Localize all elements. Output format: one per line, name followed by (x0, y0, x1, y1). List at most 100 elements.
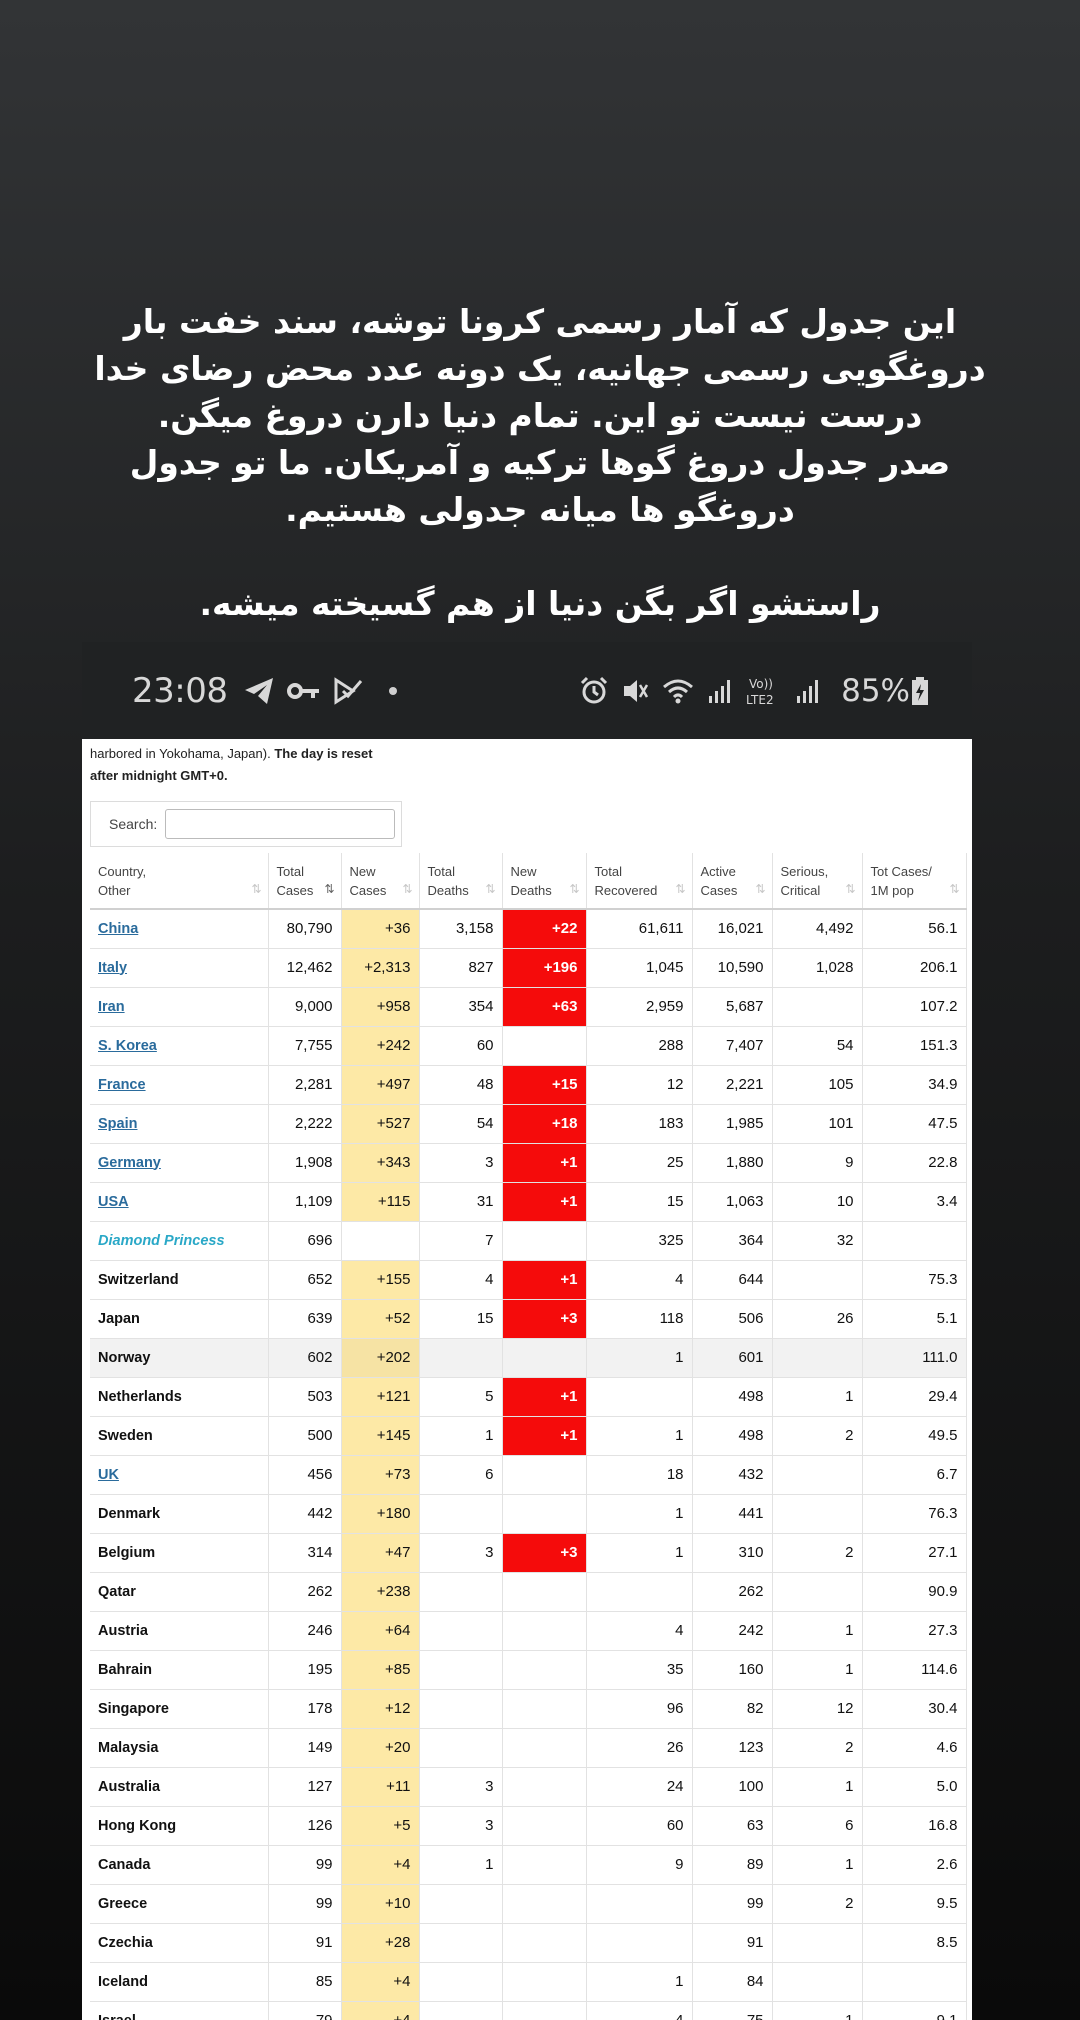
column-header-cases-per-million[interactable]: Tot Cases/1M pop ⇅ (862, 853, 967, 910)
column-header-serious-critical[interactable]: Serious, Critical ⇅ (772, 853, 863, 910)
column-header-total-cases[interactable]: Total Cases ⇅ (268, 853, 342, 910)
column-header-line-1: New (510, 863, 537, 879)
active-cases-cell: 123 (692, 1728, 773, 1768)
new-cases-cell: +47 (341, 1533, 420, 1573)
active-cases-cell: 16,021 (692, 909, 773, 949)
sort-arrows-icon[interactable]: ⇅ (485, 880, 495, 899)
recovered-cell: 118 (586, 1299, 693, 1339)
table-row: Diamond Princess 696 7 325 364 32 (90, 1221, 967, 1261)
country-link[interactable]: China (98, 921, 138, 937)
column-header-total-deaths[interactable]: Total Deaths ⇅ (419, 853, 503, 910)
country-name: Diamond Princess (98, 1232, 225, 1249)
column-header-new-deaths[interactable]: New Deaths ⇅ (502, 853, 587, 910)
recovered-cell (586, 1572, 693, 1612)
table-row: S. Korea 7,755 +242 60 288 7,407 54 151.3 (90, 1026, 967, 1066)
country-name: Belgium (98, 1544, 156, 1561)
table-row: Czechia 91 +28 91 8.5 (90, 1923, 967, 1963)
total-cases-cell: 456 (268, 1455, 342, 1495)
country-name: Bahrain (98, 1661, 152, 1678)
new-deaths-cell: +1 (502, 1377, 587, 1417)
column-header-line-2: Other (98, 882, 131, 898)
column-header-new-cases[interactable]: New Cases ⇅ (341, 853, 420, 910)
per-million-cell: 114.6 (862, 1650, 967, 1690)
total-cases-cell: 195 (268, 1650, 342, 1690)
column-header-country[interactable]: Country, Other ⇅ (90, 853, 269, 910)
active-cases-cell: 601 (692, 1338, 773, 1378)
country-link[interactable]: Spain (98, 1116, 137, 1132)
recovered-cell: 4 (586, 1611, 693, 1651)
total-deaths-cell: 3 (419, 1143, 503, 1183)
sort-arrows-icon[interactable]: ⇅ (324, 880, 334, 899)
table-row: Australia 127 +11 3 24 100 1 5.0 (90, 1767, 967, 1807)
sort-arrows-icon[interactable]: ⇅ (402, 880, 412, 899)
country-link[interactable]: UK (98, 1467, 119, 1483)
status-bar: 23:08 Vo)) LTE2 85% (82, 642, 972, 739)
country-link[interactable]: USA (98, 1194, 129, 1210)
new-cases-cell: +4 (341, 2001, 420, 2020)
column-header-line-2: Deaths (427, 882, 469, 898)
new-deaths-cell: +1 (502, 1260, 587, 1300)
total-cases-cell: 1,908 (268, 1143, 342, 1183)
total-cases-cell: 2,281 (268, 1065, 342, 1105)
serious-cell: 2 (772, 1884, 863, 1924)
country-name: Malaysia (98, 1739, 159, 1756)
recovered-cell: 325 (586, 1221, 693, 1261)
new-deaths-cell: +22 (502, 909, 587, 949)
new-deaths-cell (502, 1338, 587, 1378)
serious-cell: 12 (772, 1689, 863, 1729)
new-cases-cell: +343 (341, 1143, 420, 1183)
column-header-line-2: Deaths (510, 882, 552, 898)
total-cases-cell: 126 (268, 1806, 342, 1846)
active-cases-cell: 82 (692, 1689, 773, 1729)
country-link[interactable]: Iran (98, 999, 125, 1015)
total-cases-cell: 639 (268, 1299, 342, 1339)
country-link[interactable]: Italy (98, 960, 127, 976)
country-cell: Greece (90, 1884, 269, 1924)
caption-line-2: دروغگویی رسمی جهانیه، یک دونه عدد محض رض… (94, 349, 986, 388)
table-row: Malaysia 149 +20 26 123 2 4.6 (90, 1728, 967, 1768)
serious-cell: 10 (772, 1182, 863, 1222)
total-cases-cell: 500 (268, 1416, 342, 1456)
country-cell: UK (90, 1455, 269, 1495)
column-header-total-recovered[interactable]: Total Recovered ⇅ (586, 853, 693, 910)
sort-arrows-icon[interactable]: ⇅ (569, 880, 579, 899)
recovered-cell: 288 (586, 1026, 693, 1066)
sort-arrows-icon[interactable]: ⇅ (675, 880, 685, 899)
country-cell: Diamond Princess (90, 1221, 269, 1261)
country-link[interactable]: Germany (98, 1155, 161, 1171)
new-cases-cell: +180 (341, 1494, 420, 1534)
new-deaths-cell: +1 (502, 1143, 587, 1183)
country-link[interactable]: France (98, 1077, 146, 1093)
column-header-active-cases[interactable]: Active Cases ⇅ (692, 853, 773, 910)
serious-cell: 105 (772, 1065, 863, 1105)
serious-cell: 2 (772, 1533, 863, 1573)
active-cases-cell: 63 (692, 1806, 773, 1846)
recovered-cell: 4 (586, 2001, 693, 2020)
sort-arrows-icon[interactable]: ⇅ (949, 880, 959, 899)
new-cases-cell: +4 (341, 1962, 420, 2002)
new-deaths-cell: +3 (502, 1533, 587, 1573)
table-row: Singapore 178 +12 96 82 12 30.4 (90, 1689, 967, 1729)
search-input[interactable] (165, 809, 396, 839)
sort-arrows-icon[interactable]: ⇅ (845, 880, 855, 899)
recovered-cell: 1 (586, 1962, 693, 2002)
active-cases-cell: 89 (692, 1845, 773, 1885)
new-cases-cell: +20 (341, 1728, 420, 1768)
new-cases-cell: +958 (341, 987, 420, 1027)
total-deaths-cell (419, 1728, 503, 1768)
per-million-cell: 3.4 (862, 1182, 967, 1222)
total-cases-cell: 696 (268, 1221, 342, 1261)
caption-line-3: درست نیست تو این. تمام دنیا دارن دروغ می… (157, 396, 923, 435)
new-cases-cell: +36 (341, 909, 420, 949)
country-link[interactable]: S. Korea (98, 1038, 157, 1054)
per-million-cell: 151.3 (862, 1026, 967, 1066)
per-million-cell: 6.7 (862, 1455, 967, 1495)
recovered-cell: 96 (586, 1689, 693, 1729)
total-cases-cell: 2,222 (268, 1104, 342, 1144)
country-name: Israel (98, 2013, 136, 2020)
sort-arrows-icon[interactable]: ⇅ (755, 880, 765, 899)
new-cases-cell: +527 (341, 1104, 420, 1144)
active-cases-cell: 1,880 (692, 1143, 773, 1183)
sort-arrows-icon[interactable]: ⇅ (251, 880, 261, 899)
country-cell: Italy (90, 948, 269, 988)
